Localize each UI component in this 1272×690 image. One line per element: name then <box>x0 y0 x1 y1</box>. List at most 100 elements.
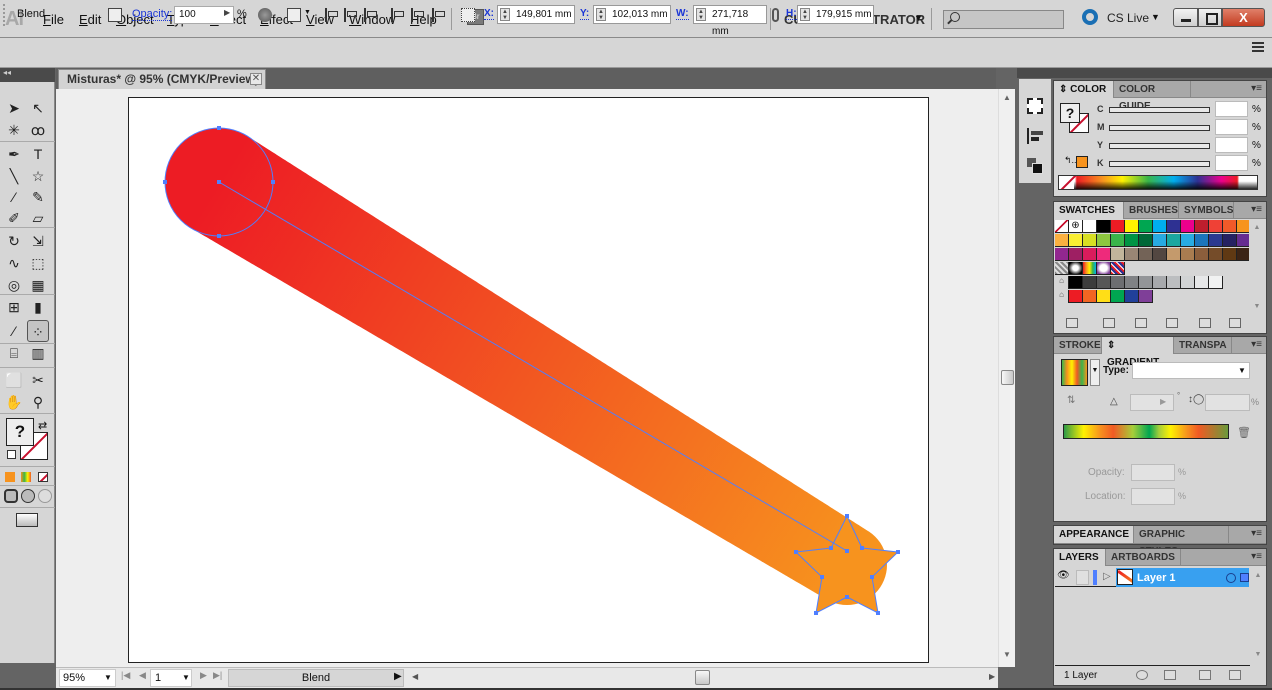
chevron-down-icon[interactable]: ▼ <box>304 9 311 16</box>
help-search-input[interactable] <box>943 10 1064 29</box>
gradient-preview-swatch[interactable] <box>1061 359 1088 386</box>
eyedropper-tool[interactable]: ⁄ <box>3 320 25 342</box>
angle-dropdown-icon[interactable]: ▶ <box>1160 397 1166 406</box>
document-tab[interactable]: Misturas* @ 95% (CMYK/Preview) <box>58 69 266 89</box>
swatch-pattern-rainbow[interactable] <box>1083 262 1097 275</box>
control-bar-grip[interactable] <box>3 4 5 26</box>
h-spinner-icon[interactable]: ▲ ▼ <box>800 8 810 21</box>
align-panel-icon[interactable] <box>1027 128 1043 144</box>
swatch[interactable] <box>1209 248 1223 261</box>
menu-edit[interactable]: Edit <box>79 12 101 27</box>
anchor-point[interactable] <box>271 180 275 184</box>
anchor-point[interactable] <box>845 514 849 518</box>
magenta-input[interactable] <box>1215 119 1248 135</box>
height-input[interactable]: ▲ ▼ 179,915 mm <box>797 5 874 24</box>
swatch-pattern-glow[interactable] <box>1097 262 1111 275</box>
default-fill-stroke-icon[interactable] <box>7 450 16 459</box>
type-tool[interactable]: T <box>27 143 49 165</box>
gradient-slider[interactable] <box>1063 424 1229 439</box>
stop-location-input[interactable] <box>1131 488 1175 505</box>
slice-tool[interactable]: ✂ <box>27 369 49 391</box>
artboard-tool[interactable]: ⬜ <box>3 369 25 391</box>
magenta-slider[interactable] <box>1109 125 1210 131</box>
align-to-selection-icon[interactable] <box>287 8 301 22</box>
swatch[interactable] <box>1111 276 1125 289</box>
dock-header[interactable] <box>1017 68 1272 78</box>
chevron-down-icon[interactable]: ▼ <box>104 673 112 682</box>
graphic-style-icon[interactable] <box>258 8 272 22</box>
star-tool[interactable]: ☆ <box>27 165 49 187</box>
anchor-point[interactable] <box>814 611 818 615</box>
anchor-point[interactable] <box>829 546 833 550</box>
first-artboard-icon[interactable]: |◀ <box>121 670 130 681</box>
swatch[interactable] <box>1069 290 1083 303</box>
swatch[interactable] <box>1223 220 1237 233</box>
toolbox-collapse-handle[interactable]: ◂◂ <box>0 68 55 82</box>
menu-file[interactable]: File <box>43 12 64 27</box>
swatch[interactable] <box>1055 234 1069 247</box>
swatch[interactable] <box>1153 248 1167 261</box>
swatch[interactable] <box>1195 248 1209 261</box>
swatch[interactable] <box>1125 220 1139 233</box>
pencil-tool[interactable]: ✎ <box>27 186 49 208</box>
anchor-point[interactable] <box>876 611 880 615</box>
shape-builder-tool[interactable]: ◎ <box>3 274 25 296</box>
yellow-slider[interactable] <box>1109 143 1210 149</box>
swatch[interactable] <box>1139 276 1153 289</box>
opacity-slider-arrow-icon[interactable]: ▶ <box>224 8 230 17</box>
swatch[interactable] <box>1097 276 1111 289</box>
scroll-left-icon[interactable]: ◀ <box>412 672 418 681</box>
maximize-button[interactable] <box>1198 8 1222 27</box>
swatch[interactable] <box>1195 276 1209 289</box>
none-mode-icon[interactable] <box>38 472 48 482</box>
anchor-point[interactable] <box>217 180 221 184</box>
previous-artboard-icon[interactable]: ◀ <box>139 670 146 681</box>
swatch[interactable] <box>1125 248 1139 261</box>
pathfinder-panel-icon[interactable] <box>1027 158 1043 174</box>
align-left-icon[interactable] <box>325 8 339 22</box>
swatch[interactable] <box>1195 220 1209 233</box>
width-input[interactable]: ▲ ▼ 271,718 mm <box>693 5 767 37</box>
swatch[interactable] <box>1167 220 1181 233</box>
swatch[interactable] <box>1195 234 1209 247</box>
free-transform-tool[interactable]: ⬚ <box>27 252 49 274</box>
swatch[interactable] <box>1111 234 1125 247</box>
layers-scrollbar[interactable]: ▲ ▼ <box>1250 568 1266 665</box>
cyan-slider[interactable] <box>1109 107 1210 113</box>
stop-opacity-input[interactable] <box>1131 464 1175 481</box>
swatch[interactable] <box>1153 234 1167 247</box>
align-center-icon[interactable] <box>344 8 358 22</box>
swatch[interactable] <box>1083 220 1097 233</box>
lock-toggle[interactable] <box>1076 570 1089 585</box>
swatch[interactable] <box>1097 248 1111 261</box>
blob-brush-tool[interactable]: ✐ <box>3 207 25 229</box>
color-fill-swatch[interactable]: ? <box>1060 103 1080 123</box>
swatch[interactable] <box>1125 290 1139 303</box>
scale-tool[interactable]: ⇲ <box>27 230 49 252</box>
swatch[interactable] <box>1069 248 1083 261</box>
swatch-libraries-icon[interactable] <box>1066 318 1078 328</box>
draw-behind-icon[interactable] <box>21 489 35 503</box>
line-tool[interactable]: ╲ <box>3 165 25 187</box>
y-spinner-icon[interactable]: ▲ ▼ <box>596 8 606 21</box>
swatch[interactable] <box>1069 276 1083 289</box>
draw-normal-icon[interactable] <box>4 489 18 503</box>
make-clipping-mask-icon[interactable] <box>1136 670 1148 680</box>
new-layer-icon[interactable] <box>1199 670 1211 680</box>
tab-color-guide[interactable]: COLOR GUIDE <box>1114 81 1191 112</box>
status-menu[interactable]: Blend <box>228 669 404 687</box>
swatch[interactable] <box>1223 248 1237 261</box>
swatch[interactable] <box>1069 234 1083 247</box>
panel-menu-icon[interactable]: ▾≡ <box>1251 204 1262 215</box>
minimize-button[interactable] <box>1173 8 1198 27</box>
swatch[interactable] <box>1167 248 1181 261</box>
gradient-tool[interactable]: ▮ <box>27 296 49 318</box>
new-swatch-icon[interactable] <box>1199 318 1211 328</box>
control-bar-menu-icon[interactable] <box>1252 42 1264 52</box>
panel-menu-icon[interactable]: ▾≡ <box>1251 83 1262 94</box>
black-slider[interactable] <box>1109 161 1210 167</box>
perspective-grid-tool[interactable]: ▦ <box>27 274 49 296</box>
swatch[interactable] <box>1139 234 1153 247</box>
swatch[interactable] <box>1083 248 1097 261</box>
warp-tool[interactable]: ∿ <box>3 252 25 274</box>
